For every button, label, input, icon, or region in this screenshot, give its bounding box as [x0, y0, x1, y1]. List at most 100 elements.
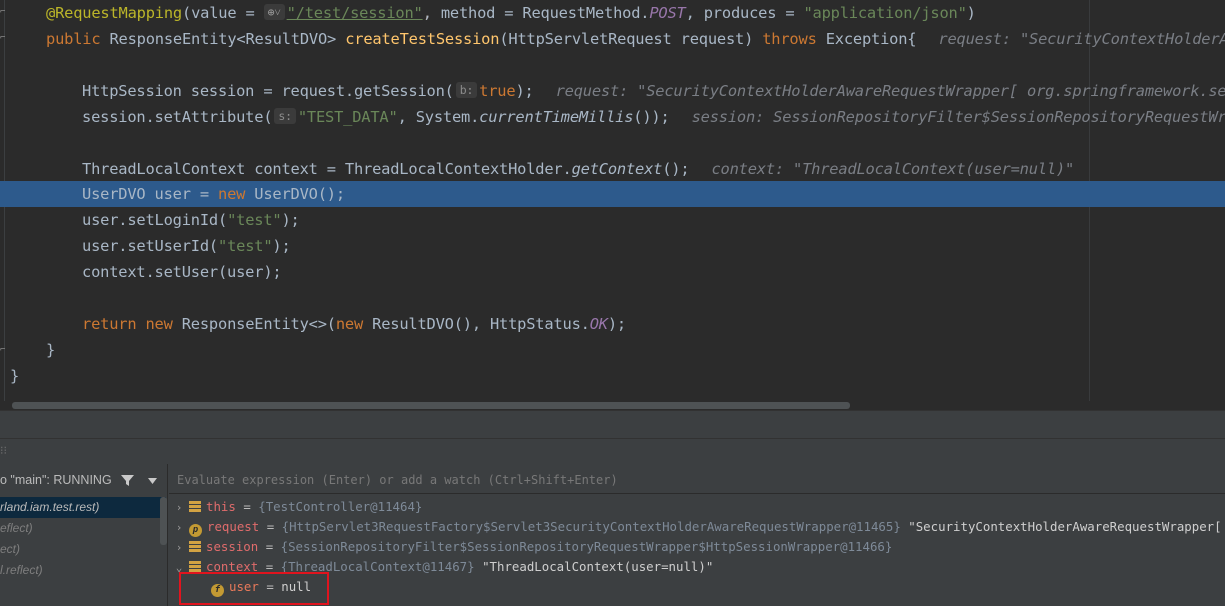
- thread-selector-label: o "main": RUNNING: [0, 473, 112, 487]
- variable-type: {SessionRepositoryFilter$SessionReposito…: [280, 539, 893, 554]
- thread-selector[interactable]: o "main": RUNNING: [0, 464, 168, 496]
- code-token: , System.: [397, 108, 480, 126]
- variable-row-this[interactable]: › this = {TestController@11464}: [169, 497, 1225, 517]
- variable-name: session: [206, 539, 259, 554]
- code-line-14[interactable]: }: [46, 337, 55, 363]
- code-token: ): [966, 4, 976, 22]
- keyword-token: throws: [762, 30, 826, 48]
- code-token: ResponseEntity<ResultDVO>: [109, 30, 346, 48]
- filter-icon[interactable]: [121, 474, 134, 487]
- chevron-down-icon[interactable]: [148, 478, 157, 484]
- code-editor[interactable]: ⌐ ⌐ ⌐ @RequestMapping(value = ⊕˅ "/test/s…: [0, 0, 1225, 410]
- evaluate-expression-input[interactable]: Evaluate expression (Enter) or add a wat…: [169, 467, 1225, 494]
- code-line-7[interactable]: ThreadLocalContext context = ThreadLocal…: [82, 156, 1074, 182]
- code-token: }: [46, 341, 56, 359]
- static-method-token: currentTimeMillis: [479, 108, 634, 126]
- string-token: "test": [227, 211, 282, 229]
- chevron-right-icon[interactable]: ›: [169, 518, 189, 537]
- code-line-10[interactable]: user.setUserId("test");: [82, 233, 291, 259]
- inline-debug-value: session: SessionRepositoryFilter$Session…: [691, 108, 1225, 126]
- code-token: );: [281, 211, 300, 229]
- frame-item[interactable]: l.reflect): [0, 560, 166, 581]
- globe-icon[interactable]: ⊕˅: [263, 4, 285, 20]
- code-token: (value =: [182, 4, 264, 22]
- code-token: ());: [633, 108, 670, 126]
- debugger-header: [0, 438, 1225, 466]
- code-line-4[interactable]: HttpSession session = request.getSession…: [82, 78, 1225, 104]
- code-line-1[interactable]: @RequestMapping(value = ⊕˅ "/test/session…: [46, 0, 976, 26]
- inline-debug-value: request: "SecurityContextHolderAwareRequ…: [555, 82, 1225, 100]
- code-token: ();: [662, 160, 690, 178]
- variable-name: request: [207, 519, 260, 534]
- equals-sign: =: [243, 499, 251, 514]
- code-token: );: [515, 82, 534, 100]
- code-line-11[interactable]: context.setUser(user);: [82, 259, 282, 285]
- method-name: createTestSession: [345, 30, 500, 48]
- fold-marker-icon[interactable]: ⌐: [0, 8, 9, 17]
- code-token: ResultDVO(), HttpStatus.: [372, 315, 590, 333]
- code-token: UserDVO();: [254, 185, 345, 203]
- horizontal-scrollbar-thumb[interactable]: [12, 402, 850, 409]
- code-token: , method = RequestMethod.: [422, 4, 650, 22]
- chevron-right-icon[interactable]: ›: [169, 498, 189, 517]
- frame-item[interactable]: eflect): [0, 518, 166, 539]
- code-token: user.setUserId(: [82, 237, 218, 255]
- code-line-5[interactable]: session.setAttribute(s: "TEST_DATA", Syst…: [82, 104, 1225, 130]
- code-token: );: [272, 237, 291, 255]
- fold-marker-icon[interactable]: ⌐: [0, 34, 9, 43]
- string-token: "application/json": [803, 4, 967, 22]
- code-line-9[interactable]: user.setLoginId("test");: [82, 207, 300, 233]
- code-token: UserDVO user =: [82, 185, 218, 203]
- variable-value: "ThreadLocalContext(user=null)": [482, 559, 714, 574]
- field-list-icon: [189, 501, 201, 512]
- field-list-icon: [189, 541, 201, 552]
- code-token: }: [10, 367, 20, 385]
- inline-debug-value: context: "ThreadLocalContext(user=null)": [711, 160, 1075, 178]
- drag-handle-icon[interactable]: ⁝⁝: [0, 444, 7, 457]
- evaluate-expression-placeholder: Evaluate expression (Enter) or add a wat…: [177, 473, 618, 487]
- parameter-icon: p: [189, 524, 202, 537]
- variable-name: this: [206, 499, 236, 514]
- static-method-token: getContext: [571, 160, 663, 178]
- variable-type: {HttpServlet3RequestFactory$Servlet3Secu…: [281, 519, 901, 534]
- code-token: context.setUser(user);: [82, 263, 282, 281]
- fold-marker-icon[interactable]: ⌐: [0, 346, 9, 355]
- url-path-link[interactable]: "/test/session": [287, 4, 423, 22]
- code-token: HttpSession session = request.getSession…: [82, 82, 454, 100]
- frame-item[interactable]: ect): [0, 539, 166, 560]
- equals-sign: =: [265, 539, 274, 554]
- variable-value: "SecurityContextHolderAwareRequestWrappe…: [908, 519, 1225, 534]
- frames-scrollbar-thumb[interactable]: [160, 497, 167, 545]
- debugger-toolbar: [0, 410, 1225, 438]
- code-token: );: [607, 315, 626, 333]
- code-line-2[interactable]: public ResponseEntity<ResultDVO> createT…: [46, 26, 1225, 52]
- code-token: user.setLoginId(: [82, 211, 228, 229]
- field-list-icon: [189, 561, 201, 572]
- code-token: ThreadLocalContext context = ThreadLocal…: [82, 160, 572, 178]
- frame-item[interactable]: rland.iam.test.rest): [0, 497, 166, 518]
- constant-token: OK: [589, 315, 608, 333]
- equals-sign: =: [266, 519, 275, 534]
- parameter-hint: s:: [274, 108, 296, 124]
- code-token: , produces =: [685, 4, 804, 22]
- keyword-token: true: [479, 82, 516, 100]
- variable-row-session[interactable]: › session = {SessionRepositoryFilter$Sess…: [169, 537, 1225, 557]
- code-line-15[interactable]: }: [10, 363, 19, 389]
- code-line-13[interactable]: return new ResponseEntity<>(new ResultDV…: [82, 311, 626, 337]
- string-token: "test": [218, 237, 273, 255]
- keyword-token: new: [335, 315, 373, 333]
- variable-type: {TestController@11464}: [258, 499, 423, 514]
- code-token: ResponseEntity<>(: [181, 315, 336, 333]
- keyword-token: public: [46, 30, 110, 48]
- variable-row-request[interactable]: › p request = {HttpServlet3RequestFactory$…: [169, 517, 1225, 537]
- code-token: (HttpServletRequest request): [499, 30, 763, 48]
- keyword-token: new: [218, 185, 255, 203]
- code-token: session.setAttribute(: [82, 108, 273, 126]
- keyword-token: return: [82, 315, 146, 333]
- keyword-token: new: [145, 315, 182, 333]
- inline-debug-value: request: "SecurityContextHolderAw: [938, 30, 1225, 48]
- chevron-right-icon[interactable]: ›: [169, 538, 189, 557]
- string-token: "TEST_DATA": [297, 108, 398, 126]
- code-token: Exception{: [825, 30, 917, 48]
- code-line-8-current[interactable]: UserDVO user = new UserDVO();: [82, 181, 345, 207]
